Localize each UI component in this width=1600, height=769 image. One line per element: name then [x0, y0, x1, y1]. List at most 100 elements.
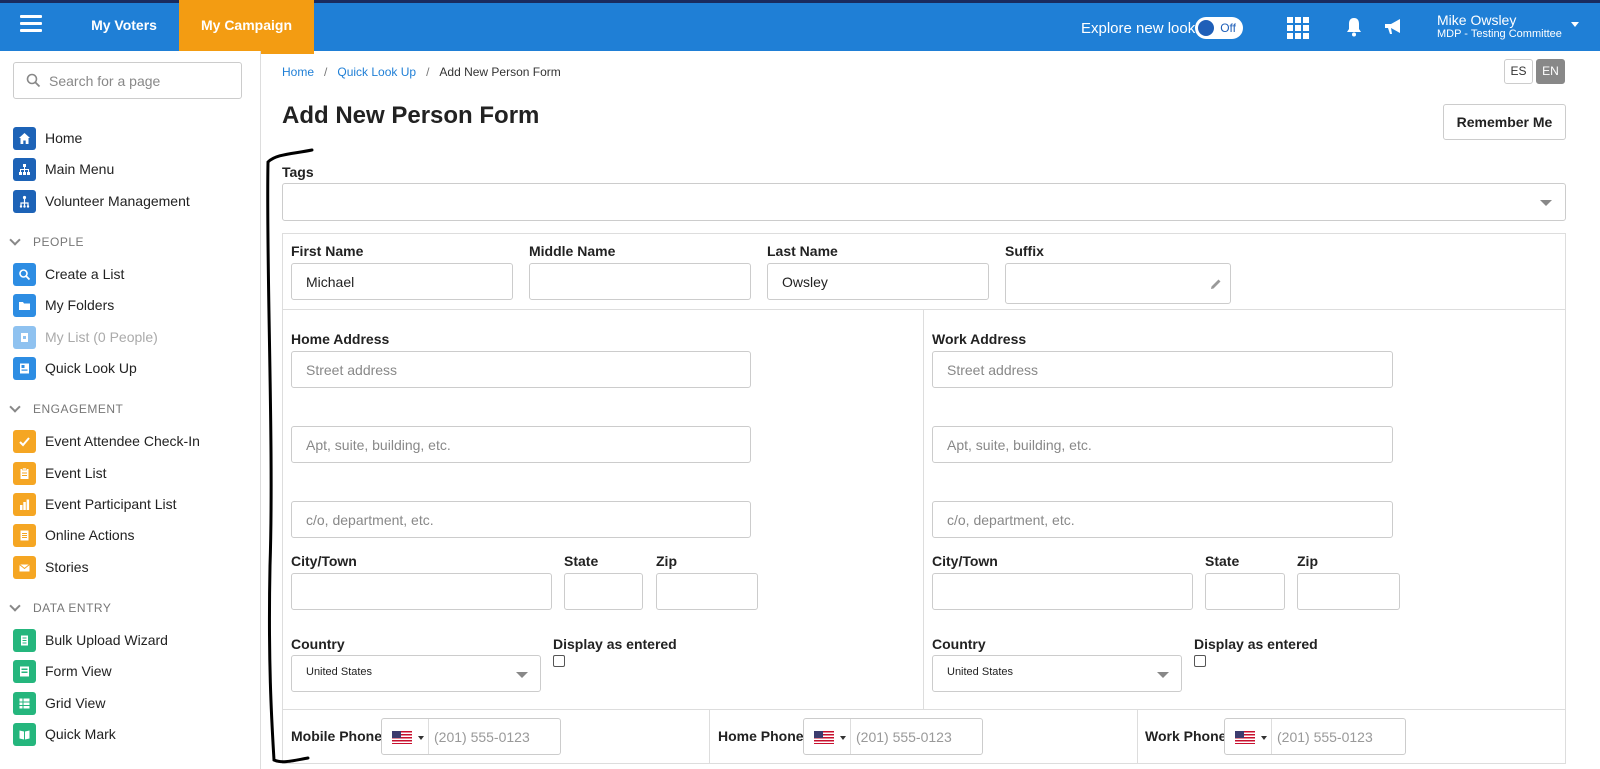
- home-country-value: United States: [306, 666, 373, 678]
- work-city-field[interactable]: [932, 573, 1193, 610]
- sidebar-item-label: Volunteer Management: [45, 193, 190, 209]
- user-committee[interactable]: MDP - Testing Committee: [1437, 28, 1562, 40]
- sidebar-item-quick-mark[interactable]: Quick Mark: [13, 722, 116, 746]
- page-search-input[interactable]: [49, 71, 234, 91]
- sidebar-item-label: My Folders: [45, 297, 115, 313]
- breadcrumb-separator: /: [324, 65, 328, 79]
- chevron-down-icon: [9, 401, 21, 413]
- middle-name-label: Middle Name: [529, 243, 616, 259]
- section-title: DATA ENTRY: [33, 601, 112, 615]
- sidebar-item-label: Event Attendee Check-In: [45, 433, 200, 449]
- work-country-select[interactable]: United States: [932, 655, 1182, 692]
- section-header-engagement[interactable]: ENGAGEMENT: [8, 401, 123, 416]
- mobile-phone-field[interactable]: [381, 718, 561, 755]
- home-phone-field[interactable]: [803, 718, 983, 755]
- middle-name-field[interactable]: [529, 263, 751, 300]
- home-country-select[interactable]: United States: [291, 655, 541, 692]
- sidebar-item-grid-view[interactable]: Grid View: [13, 691, 105, 715]
- suffix-label: Suffix: [1005, 243, 1044, 259]
- search-icon: [26, 73, 41, 88]
- sidebar-item-event-list[interactable]: Event List: [13, 461, 106, 485]
- work-street-field[interactable]: [932, 351, 1393, 388]
- breadcrumb-home-link[interactable]: Home: [282, 65, 314, 79]
- megaphone-icon[interactable]: [1383, 18, 1403, 36]
- section-title: PEOPLE: [33, 235, 85, 249]
- home-co-field[interactable]: [291, 501, 751, 538]
- tab-my-campaign[interactable]: My Campaign: [179, 0, 314, 54]
- sidebar-item-stories[interactable]: Stories: [13, 555, 89, 579]
- work-country-label: Country: [932, 636, 986, 652]
- remember-me-button[interactable]: Remember Me: [1443, 104, 1566, 140]
- grid-view-icon: [13, 691, 36, 715]
- work-state-field[interactable]: [1205, 573, 1285, 610]
- sidebar-item-label: Bulk Upload Wizard: [45, 632, 168, 648]
- volunteer-tree-icon: [13, 189, 36, 213]
- us-flag-icon[interactable]: [392, 731, 412, 744]
- sidebar-item-my-folders[interactable]: My Folders: [13, 293, 114, 317]
- home-apt-field[interactable]: [291, 426, 751, 463]
- chevron-down-icon: [418, 736, 424, 740]
- work-city-label: City/Town: [932, 553, 998, 569]
- us-flag-icon[interactable]: [814, 731, 834, 744]
- work-phone-field[interactable]: [1224, 718, 1406, 755]
- sidebar-item-create-a-list[interactable]: Create a List: [13, 262, 124, 286]
- notifications-bell-icon[interactable]: [1345, 17, 1363, 37]
- breadcrumb: Home / Quick Look Up / Add New Person Fo…: [282, 65, 561, 79]
- folder-icon: [13, 293, 36, 317]
- sidebar-item-label: Main Menu: [45, 161, 115, 177]
- mobile-phone-input[interactable]: [434, 727, 554, 747]
- hamburger-menu-icon[interactable]: [20, 15, 42, 33]
- chevron-down-icon: [840, 736, 846, 740]
- sidebar-item-quick-look-up[interactable]: Quick Look Up: [13, 356, 137, 380]
- apps-grid-icon[interactable]: [1287, 17, 1309, 39]
- chevron-down-icon: [1157, 672, 1169, 678]
- section-header-data-entry[interactable]: DATA ENTRY: [8, 600, 112, 615]
- section-header-people[interactable]: PEOPLE: [8, 234, 85, 249]
- home-street-field[interactable]: [291, 351, 751, 388]
- pencil-icon: [1211, 279, 1221, 289]
- id-card-icon: [13, 356, 36, 380]
- user-menu-caret-icon[interactable]: [1571, 22, 1579, 27]
- explore-new-look-toggle[interactable]: Off: [1195, 17, 1243, 39]
- work-zip-field[interactable]: [1297, 573, 1400, 610]
- phone-divider: [709, 709, 710, 764]
- suffix-field[interactable]: [1005, 263, 1231, 304]
- work-apt-field[interactable]: [932, 426, 1393, 463]
- home-phone-label: Home Phone: [718, 728, 804, 744]
- language-es-button[interactable]: ES: [1504, 59, 1533, 84]
- last-name-field[interactable]: [767, 263, 989, 300]
- home-state-label: State: [564, 553, 599, 569]
- sidebar-item-event-participant-list[interactable]: Event Participant List: [13, 492, 177, 516]
- tags-select[interactable]: [282, 183, 1566, 221]
- sidebar-item-online-actions[interactable]: Online Actions: [13, 523, 135, 547]
- page-search-box[interactable]: [13, 62, 242, 99]
- work-state-label: State: [1205, 553, 1240, 569]
- home-state-field[interactable]: [564, 573, 643, 610]
- sidebar-item-label: Quick Mark: [45, 726, 116, 742]
- sidebar-item-label: Online Actions: [45, 527, 135, 543]
- sidebar-item-bulk-upload-wizard[interactable]: Bulk Upload Wizard: [13, 628, 168, 652]
- sidebar: Home Main Menu Volunteer Management PEOP…: [0, 51, 261, 769]
- sidebar-item-event-attendee-check-in[interactable]: Event Attendee Check-In: [13, 429, 200, 453]
- home-zip-field[interactable]: [656, 573, 758, 610]
- home-city-field[interactable]: [291, 573, 552, 610]
- sidebar-item-home[interactable]: Home: [13, 126, 82, 150]
- sidebar-item-form-view[interactable]: Form View: [13, 659, 112, 683]
- us-flag-icon[interactable]: [1235, 731, 1255, 744]
- work-phone-input[interactable]: [1277, 727, 1397, 747]
- breadcrumb-quick-look-up-link[interactable]: Quick Look Up: [337, 65, 416, 79]
- sidebar-item-main-menu[interactable]: Main Menu: [13, 157, 114, 181]
- work-co-field[interactable]: [932, 501, 1393, 538]
- language-en-button[interactable]: EN: [1536, 59, 1565, 84]
- chevron-down-icon: [516, 672, 528, 678]
- home-display-checkbox[interactable]: [553, 655, 565, 667]
- phone-divider: [1137, 709, 1138, 764]
- sidebar-item-volunteer-management[interactable]: Volunteer Management: [13, 189, 190, 213]
- first-name-field[interactable]: [291, 263, 513, 300]
- tab-my-voters[interactable]: My Voters: [70, 3, 178, 51]
- home-phone-input[interactable]: [856, 727, 976, 747]
- tags-label: Tags: [282, 164, 314, 180]
- mobile-phone-label: Mobile Phone: [291, 728, 382, 744]
- work-display-checkbox[interactable]: [1194, 655, 1206, 667]
- user-name[interactable]: Mike Owsley: [1437, 12, 1516, 28]
